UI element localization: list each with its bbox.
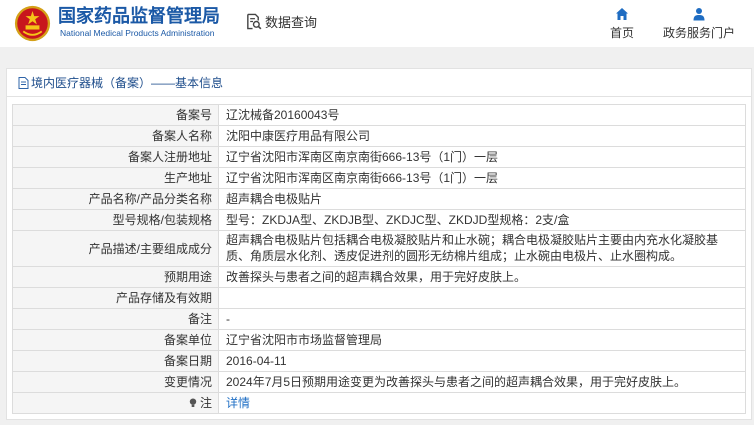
site-title: 国家药品监督管理局 (58, 6, 220, 26)
field-value: 超声耦合电极贴片 (226, 192, 323, 206)
row-production-address: 生产地址 辽宁省沈阳市浑南区南京南街666-13号（1门）一层 (13, 168, 745, 189)
record-detail-panel: 境内医疗器械（备案）——基本信息 备案号 辽沈械备20160043号 备案人名称… (6, 68, 752, 420)
row-intended-use: 预期用途 改善探头与患者之间的超声耦合效果，用于完好皮肤上。 (13, 267, 745, 288)
basic-info-table: 备案号 辽沈械备20160043号 备案人名称 沈阳中康医疗用品有限公司 备案人… (12, 104, 746, 414)
bulb-icon (189, 398, 200, 408)
field-label: 注 (13, 393, 219, 413)
row-note: 注 详情 (13, 393, 745, 414)
field-value: 型号：ZKDJA型、ZKDJB型、ZKDJC型、ZKDJD型规格：2支/盒 (226, 213, 570, 227)
details-link[interactable]: 详情 (226, 396, 250, 410)
field-label: 备案人注册地址 (13, 147, 219, 167)
field-label: 备案人名称 (13, 126, 219, 146)
field-value: 辽宁省沈阳市浑南区南京南街666-13号（1门）一层 (226, 171, 499, 185)
row-registrant-name: 备案人名称 沈阳中康医疗用品有限公司 (13, 126, 745, 147)
nav-service-portal-label: 政务服务门户 (662, 26, 735, 40)
field-value (219, 288, 745, 308)
row-filing-date: 备案日期 2016-04-11 (13, 351, 745, 372)
field-label-text: 注 (199, 396, 212, 410)
field-label: 备案日期 (13, 351, 219, 371)
field-value: - (226, 312, 230, 326)
data-query-label: 数据查询 (265, 14, 318, 30)
row-change-history: 变更情况 2024年7月5日预期用途变更为改善探头与患者之间的超声耦合效果，用于… (13, 372, 745, 393)
nav-home-label: 首页 (609, 26, 634, 40)
field-value: 辽宁省沈阳市浑南区南京南街666-13号（1门）一层 (226, 150, 499, 164)
data-query-heading: 数据查询 (245, 11, 317, 31)
field-label: 变更情况 (13, 372, 219, 392)
field-value: 辽宁省沈阳市市场监督管理局 (226, 333, 383, 347)
field-value: 辽沈械备20160043号 (226, 108, 340, 122)
field-label: 产品存储及有效期 (13, 288, 219, 308)
row-model-spec: 型号规格/包装规格 型号：ZKDJA型、ZKDJB型、ZKDJC型、ZKDJD型… (13, 210, 745, 231)
field-label: 型号规格/包装规格 (13, 210, 219, 230)
field-value: 超声耦合电极贴片包括耦合电极凝胶贴片和止水碗；耦合电极凝胶贴片主要由内充水化凝胶… (219, 231, 745, 266)
field-label: 产品名称/产品分类名称 (13, 189, 219, 209)
panel-title: 境内医疗器械（备案）——基本信息 (31, 76, 224, 90)
site-subtitle: National Medical Products Administration (60, 28, 215, 38)
row-filing-authority: 备案单位 辽宁省沈阳市市场监督管理局 (13, 330, 745, 351)
document-icon (18, 76, 31, 89)
field-label: 备案号 (13, 105, 219, 125)
field-value-text: 超声耦合电极贴片包括耦合电极凝胶贴片和止水碗；耦合电极凝胶贴片主要由内充水化凝胶… (226, 233, 719, 263)
field-label: 备案单位 (13, 330, 219, 350)
field-value: 详情 (219, 393, 745, 413)
national-emblem-logo (14, 5, 51, 42)
row-product-description: 产品描述/主要组成成分 超声耦合电极贴片包括耦合电极凝胶贴片和止水碗；耦合电极凝… (13, 231, 745, 267)
field-label: 预期用途 (13, 267, 219, 287)
home-icon (602, 7, 642, 21)
row-record-number: 备案号 辽沈械备20160043号 (13, 105, 745, 126)
field-label: 产品描述/主要组成成分 (13, 231, 219, 266)
nav-home[interactable]: 首页 (602, 7, 642, 40)
user-icon (656, 7, 742, 21)
field-label: 备注 (13, 309, 219, 329)
field-label: 生产地址 (13, 168, 219, 188)
field-value: 2016-04-11 (226, 354, 287, 368)
row-registrant-address: 备案人注册地址 辽宁省沈阳市浑南区南京南街666-13号（1门）一层 (13, 147, 745, 168)
site-header: 国家药品监督管理局 National Medical Products Admi… (0, 0, 754, 47)
data-query-icon (245, 13, 265, 30)
home-brand-link[interactable]: 国家药品监督管理局 National Medical Products Admi… (0, 0, 230, 47)
panel-header: 境内医疗器械（备案）——基本信息 (7, 69, 751, 97)
field-value: 2024年7月5日预期用途变更为改善探头与患者之间的超声耦合效果，用于完好皮肤上… (226, 375, 687, 389)
row-product-name: 产品名称/产品分类名称 超声耦合电极贴片 (13, 189, 745, 210)
row-remarks: 备注 - (13, 309, 745, 330)
row-storage-validity: 产品存储及有效期 (13, 288, 745, 309)
field-value: 改善探头与患者之间的超声耦合效果，用于完好皮肤上。 (226, 270, 527, 284)
nav-service-portal[interactable]: 政务服务门户 (656, 7, 742, 40)
field-value: 沈阳中康医疗用品有限公司 (226, 129, 371, 143)
